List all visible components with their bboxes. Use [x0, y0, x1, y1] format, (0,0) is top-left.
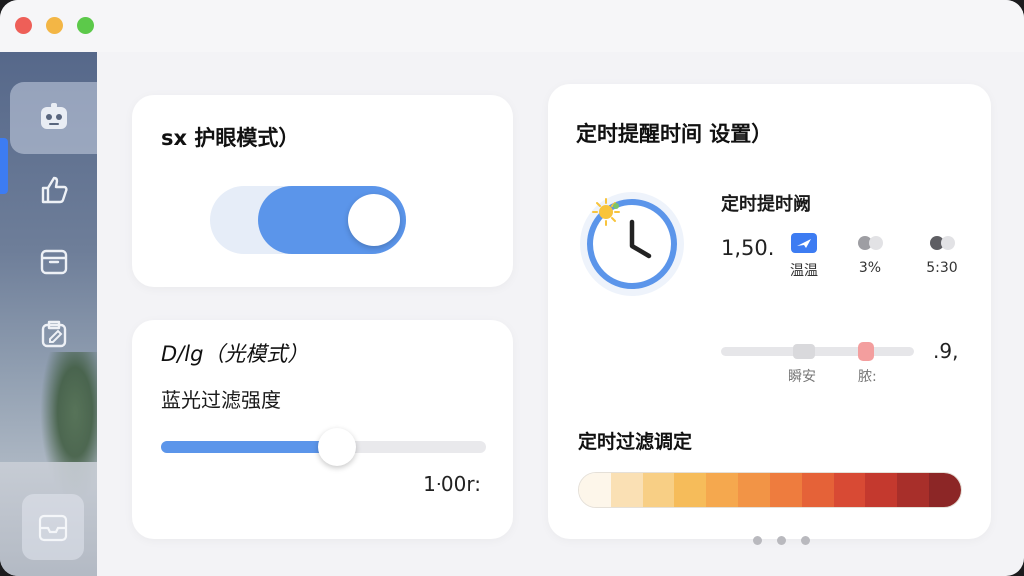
tray-box-icon: [38, 514, 68, 542]
page-dot-2[interactable]: [777, 536, 786, 545]
timer-option-1-label: 温温: [790, 263, 818, 279]
filter-color-segment-10[interactable]: [865, 473, 898, 507]
filter-color-segment-7[interactable]: [769, 473, 802, 507]
app-window: sx 护眼模式） D/lg（光模式） 蓝光过滤强度 1ᐧ00r: 定时提醒时间 …: [0, 0, 1024, 576]
clipboard-edit-icon: [41, 320, 66, 348]
blue-light-card: D/lg（光模式） 蓝光过滤强度 1ᐧ00r:: [132, 320, 513, 539]
sidebar-item-notes[interactable]: [10, 298, 97, 370]
toggle-knob[interactable]: [348, 194, 400, 246]
filter-color-segment-4[interactable]: [674, 473, 707, 507]
sidebar-item-robot[interactable]: [10, 82, 97, 154]
sidebar-item-tray[interactable]: [22, 494, 84, 560]
timer-option-3-label: 5:30: [926, 260, 958, 276]
page-indicator[interactable]: [753, 536, 810, 545]
blue-light-slider-value: 1ᐧ00r:: [423, 472, 481, 496]
filter-color-segment-3[interactable]: [642, 473, 675, 507]
reminder-range-slider[interactable]: [721, 342, 914, 361]
blue-light-title: D/lg（光模式）: [161, 342, 309, 366]
sidebar-active-indicator: [0, 138, 8, 194]
filter-color-segment-5[interactable]: [706, 473, 739, 507]
slider-knob[interactable]: [317, 428, 356, 466]
slider-fill: [161, 441, 337, 453]
blue-light-slider[interactable]: [161, 428, 486, 466]
eye-protection-card: sx 护眼模式）: [132, 95, 513, 287]
title-bar: [0, 0, 1024, 52]
thumbs-up-icon: [41, 176, 68, 204]
toggle-dots-icon: [842, 233, 898, 253]
clock-with-sun-icon: [576, 186, 688, 298]
archive-box-icon: [40, 249, 67, 275]
eye-protection-title: sx 护眼模式）: [161, 126, 300, 150]
robot-face-icon: [40, 103, 67, 129]
range-start-thumb[interactable]: [793, 344, 815, 359]
range-end-thumb[interactable]: [858, 342, 874, 361]
page-dot-1[interactable]: [753, 536, 762, 545]
range-value: .9,: [933, 339, 959, 363]
toggle-dots-dark-icon: [914, 233, 970, 253]
filter-color-segment-11[interactable]: [897, 473, 930, 507]
filter-color-segment-6[interactable]: [738, 473, 770, 507]
filter-color-segment-2[interactable]: [610, 473, 643, 507]
airplane-badge-icon: [791, 233, 817, 253]
main-content: sx 护眼模式） D/lg（光模式） 蓝光过滤强度 1ᐧ00r: 定时提醒时间 …: [97, 52, 1024, 576]
sidebar-item-like[interactable]: [10, 154, 97, 226]
zoom-window-button[interactable]: [77, 17, 94, 34]
filter-title: 定时过滤调定: [578, 431, 693, 453]
filter-color-segment-12[interactable]: [929, 473, 961, 507]
range-start-label: 瞬安: [788, 369, 816, 385]
timer-sub-title: 定时提时阙: [721, 194, 811, 215]
timer-option-1[interactable]: 温温: [776, 233, 832, 280]
timer-option-2-label: 3%: [858, 260, 882, 276]
timer-value: 1,50.: [721, 236, 775, 260]
eye-protection-toggle[interactable]: [210, 186, 406, 254]
filter-color-segment-9[interactable]: [833, 473, 866, 507]
filter-color-segment-8[interactable]: [801, 473, 834, 507]
timer-card-title: 定时提醒时间 设置）: [576, 122, 773, 146]
filter-color-scale[interactable]: [578, 472, 962, 508]
timer-option-2[interactable]: 3%: [842, 233, 898, 276]
page-dot-3[interactable]: [801, 536, 810, 545]
filter-color-segment-1[interactable]: [579, 473, 611, 507]
timer-reminder-card: 定时提醒时间 设置） 定时提时阙 1,50. 温温 3% 5:30 瞬安 脓: …: [548, 84, 991, 545]
minimize-window-button[interactable]: [46, 17, 63, 34]
blue-light-slider-label: 蓝光过滤强度: [161, 388, 281, 412]
sidebar: [0, 52, 97, 576]
sidebar-item-archive[interactable]: [10, 226, 97, 298]
timer-option-3[interactable]: 5:30: [914, 233, 970, 276]
close-window-button[interactable]: [15, 17, 32, 34]
range-end-label: 脓:: [858, 369, 877, 385]
